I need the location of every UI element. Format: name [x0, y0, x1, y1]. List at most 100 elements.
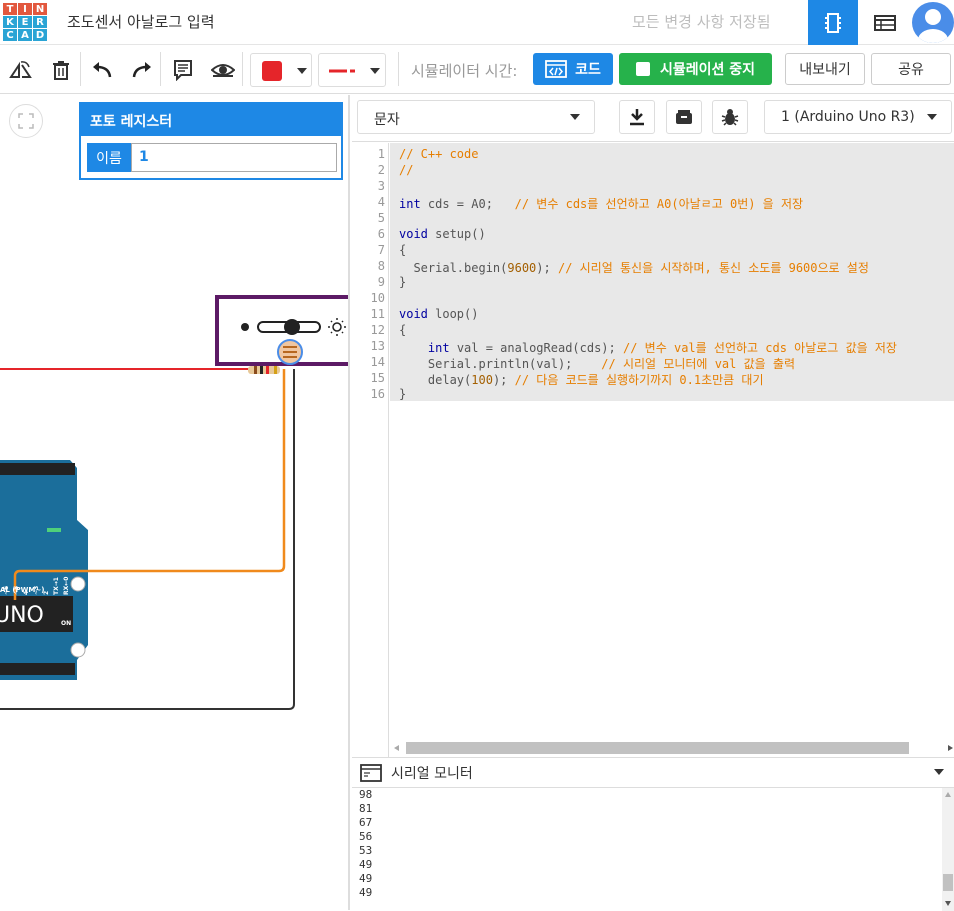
- scroll-down-icon[interactable]: [945, 901, 951, 906]
- code-editor[interactable]: 1 2 3 4 5 6 7 8 9 10 11 12 13 14 15 16 // C++ code//int…: [352, 143, 954, 757]
- project-title[interactable]: 조도센서 아날로그 입력: [67, 11, 215, 32]
- serial-monitor-header[interactable]: 시리얼 모니터: [352, 757, 954, 787]
- code-line[interactable]: // C++ code: [399, 147, 478, 161]
- line-number: 12: [370, 323, 385, 337]
- eye-icon: [211, 64, 235, 77]
- analog-in-label: ANALOG IN: [26, 736, 70, 744]
- line-number: 4: [377, 195, 385, 209]
- horizontal-scroll-thumb[interactable]: [406, 742, 909, 754]
- digital-pin-label: TX→1: [53, 577, 60, 595]
- chevron-down-icon: [570, 114, 580, 120]
- serial-value: 81: [359, 802, 373, 815]
- code-token: // 시리얼 모니터에 val 값을 출력: [601, 357, 795, 371]
- code-line[interactable]: Serial.println(val); // 시리얼 모니터에 val 값을 …: [399, 355, 795, 372]
- code-token: Serial.begin(: [399, 261, 508, 275]
- code-line[interactable]: delay(100); // 다음 코드를 실행하기까지 0.1초만큼 대기: [399, 371, 764, 388]
- code-line[interactable]: }: [399, 387, 406, 401]
- light-slider[interactable]: [241, 318, 346, 336]
- component-list-button[interactable]: [862, 0, 908, 45]
- name-label: 이름: [87, 143, 131, 172]
- code-editor-toolbar: 문자 1 (Arduino Uno R3): [352, 95, 954, 142]
- serial-monitor-output[interactable]: 98 81 67 56 53 49 49 49: [352, 787, 954, 911]
- user-avatar[interactable]: [912, 2, 954, 43]
- line-number: 10: [370, 291, 385, 305]
- code-token: loop(): [427, 307, 479, 321]
- share-button[interactable]: 공유: [871, 53, 951, 85]
- download-button[interactable]: [619, 100, 655, 134]
- board-select[interactable]: 1 (Arduino Uno R3): [764, 100, 952, 134]
- uno-logo: UNO: [0, 603, 44, 628]
- serial-value: 56: [359, 830, 373, 843]
- code-line[interactable]: int cds = A0; // 변수 cds를 선언하고 A0(아날ㄹ고 0번…: [399, 195, 803, 212]
- code-mode-select[interactable]: 문자: [357, 100, 595, 134]
- library-button[interactable]: [666, 100, 702, 134]
- analog-pin-label: A1: [7, 745, 14, 754]
- vertical-scrollbar[interactable]: [942, 788, 954, 911]
- code-token: }: [399, 275, 407, 289]
- dark-icon: [241, 323, 249, 331]
- tinkercad-logo[interactable]: TIN KER CAD: [3, 3, 47, 42]
- debugger-button[interactable]: [712, 100, 748, 134]
- wire-type-picker[interactable]: [318, 53, 386, 87]
- chevron-down-icon[interactable]: [934, 769, 944, 776]
- chip-icon: [825, 12, 841, 33]
- code-line[interactable]: void loop(): [399, 307, 478, 321]
- code-token: {: [399, 323, 407, 337]
- line-number: 3: [377, 179, 385, 193]
- line-number: 11: [370, 307, 385, 321]
- code-line[interactable]: //: [399, 163, 413, 177]
- photoresistor[interactable]: [277, 339, 303, 365]
- inspector-title: 포토 레지스터: [81, 104, 341, 136]
- user-icon: [918, 9, 948, 43]
- code-token: {: [399, 243, 407, 257]
- slider-handle[interactable]: [284, 319, 300, 335]
- undo-button[interactable]: [88, 56, 116, 84]
- stop-simulation-button[interactable]: 시뮬레이션 중지: [619, 53, 772, 85]
- fill-color-picker[interactable]: [250, 53, 312, 87]
- horizontal-scrollbar[interactable]: [394, 742, 954, 754]
- rotate-icon: [9, 61, 32, 78]
- serial-value: 49: [359, 872, 373, 885]
- resistor[interactable]: [248, 366, 280, 374]
- stop-simulation-label: 시뮬레이션 중지: [659, 62, 756, 78]
- scroll-right-icon[interactable]: [948, 745, 954, 751]
- code-line[interactable]: Serial.begin(9600); // 시리얼 통신을 시작하며, 통신 …: [399, 259, 869, 276]
- analog-pin-label: A3: [29, 745, 36, 754]
- chevron-down-icon: [297, 68, 307, 74]
- logo-letter: K: [3, 16, 17, 28]
- code-token: val = analogRead(cds);: [449, 341, 623, 355]
- export-button[interactable]: 내보내기: [785, 53, 865, 85]
- analog-pin-label: A4: [40, 745, 47, 754]
- code-token: // 변수 cds를 선언하고 A0(아날ㄹ고 0번) 을 저장: [514, 197, 804, 211]
- toolbar: 시뮬레이터 시간: 코드 시뮬레이션 중지 내보내기 공유: [0, 46, 954, 94]
- code-line[interactable]: void setup(): [399, 227, 486, 241]
- code-line[interactable]: {: [399, 243, 406, 257]
- serial-value: 49: [359, 886, 373, 899]
- rotate-button[interactable]: [7, 56, 35, 84]
- serial-value: 98: [359, 788, 373, 801]
- name-input[interactable]: 1: [131, 143, 337, 172]
- toolbar-divider: [160, 52, 161, 86]
- visibility-button[interactable]: [209, 56, 237, 84]
- code-line[interactable]: }: [399, 275, 406, 289]
- logo-letter: D: [33, 29, 47, 41]
- scroll-left-icon[interactable]: [394, 745, 400, 751]
- digital-pin-label: 2: [43, 590, 50, 595]
- circuit-view-button[interactable]: [808, 0, 858, 45]
- code-token: // 시리얼 통신을 시작하며, 통신 소도를 9600으로 설정: [557, 261, 869, 275]
- table-icon: [874, 14, 896, 31]
- fit-view-button[interactable]: [9, 104, 43, 138]
- line-number: 7: [377, 243, 385, 257]
- redo-button[interactable]: [128, 56, 156, 84]
- code-line[interactable]: {: [399, 323, 406, 337]
- code-line[interactable]: int val = analogRead(cds); // 변수 val를 선언…: [399, 339, 897, 356]
- analog-header: [0, 663, 75, 675]
- circuit-canvas[interactable]: ANALOG IN AL (PWM~) UNO ON A1A2A3A4A5 ~6…: [0, 95, 350, 910]
- scroll-up-icon[interactable]: [945, 792, 951, 797]
- delete-button[interactable]: [47, 56, 75, 84]
- notes-button[interactable]: [169, 56, 197, 84]
- code-token: //: [399, 163, 414, 177]
- vertical-scroll-thumb[interactable]: [943, 874, 953, 891]
- code-button[interactable]: 코드: [533, 53, 613, 85]
